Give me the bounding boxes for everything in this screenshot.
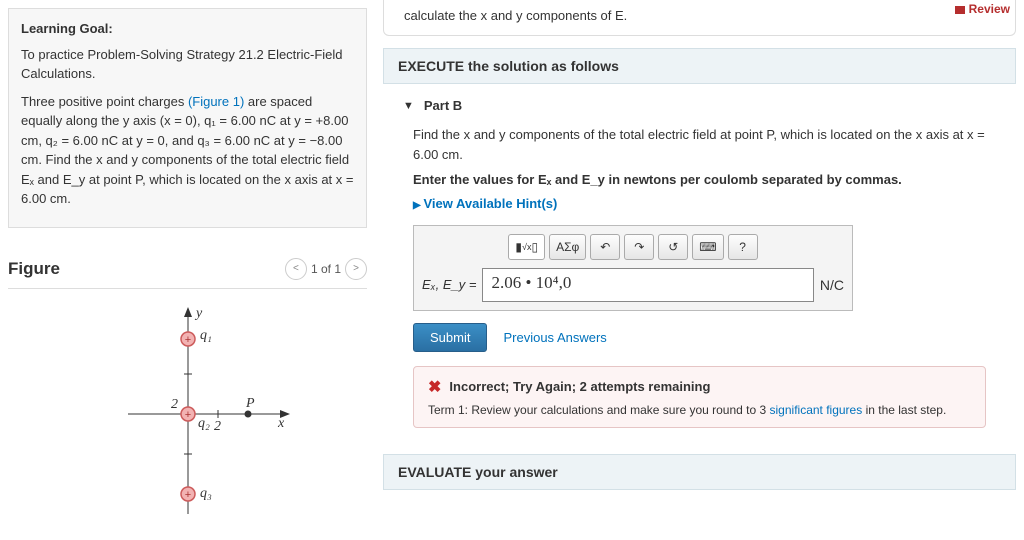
answer-lhs: Eₓ, E_y = bbox=[422, 277, 476, 292]
reset-button[interactable]: ↺ bbox=[658, 234, 688, 260]
learning-goal-box: Learning Goal: To practice Problem-Solvi… bbox=[8, 8, 367, 228]
sig-figures-link[interactable]: significant figures bbox=[770, 403, 863, 417]
help-button[interactable]: ? bbox=[728, 234, 758, 260]
part-b-header[interactable]: ▼ Part B bbox=[383, 84, 1016, 119]
part-b-instruction: Enter the values for Eₓ and E_y in newto… bbox=[413, 170, 986, 190]
figure-prev-button[interactable]: < bbox=[285, 258, 307, 280]
part-b-prompt: Find the x and y components of the total… bbox=[413, 125, 986, 164]
svg-text:+: + bbox=[184, 409, 190, 421]
svg-text:x: x bbox=[277, 416, 285, 431]
learning-goal-text: To practice Problem-Solving Strategy 21.… bbox=[21, 45, 354, 84]
incorrect-icon: ✖ bbox=[428, 377, 441, 397]
figure-link[interactable]: (Figure 1) bbox=[188, 94, 244, 109]
symbols-button[interactable]: ΑΣφ bbox=[549, 234, 586, 260]
svg-text:y: y bbox=[194, 306, 203, 321]
answer-input[interactable]: 2.06 • 10⁴,0 bbox=[482, 268, 813, 302]
evaluate-header: EVALUATE your answer bbox=[383, 454, 1016, 490]
review-link[interactable]: Review bbox=[955, 2, 1010, 16]
redo-button[interactable]: ↷ bbox=[624, 234, 654, 260]
template-toggle-button[interactable]: ▮√x▯ bbox=[508, 234, 545, 260]
figure-next-button[interactable]: > bbox=[345, 258, 367, 280]
execute-header: EXECUTE the solution as follows bbox=[383, 48, 1016, 84]
feedback-title: Incorrect; Try Again; 2 attempts remaini… bbox=[449, 379, 710, 394]
caret-down-icon: ▼ bbox=[403, 100, 414, 112]
submit-button[interactable]: Submit bbox=[413, 323, 487, 352]
svg-text:q₁: q₁ bbox=[200, 328, 212, 343]
figure-diagram: + + + y x q₁ q₂ q₃ P 2 2 bbox=[8, 289, 367, 532]
feedback-message: Term 1: Review your calculations and mak… bbox=[428, 403, 971, 417]
previous-answers-link[interactable]: Previous Answers bbox=[503, 330, 606, 345]
svg-text:q₃: q₃ bbox=[200, 486, 212, 501]
figure-page-indicator: 1 of 1 bbox=[311, 262, 341, 276]
learning-goal-title: Learning Goal: bbox=[21, 19, 354, 39]
figure-pager: < 1 of 1 > bbox=[285, 258, 367, 280]
svg-text:2: 2 bbox=[214, 419, 221, 434]
calculate-bar: calculate the x and y components of E. bbox=[383, 0, 1016, 36]
problem-statement: Three positive point charges (Figure 1) … bbox=[21, 92, 354, 209]
feedback-box: ✖ Incorrect; Try Again; 2 attempts remai… bbox=[413, 366, 986, 428]
keyboard-button[interactable]: ⌨ bbox=[692, 234, 723, 260]
answer-box: ▮√x▯ ΑΣφ ↶ ↷ ↺ ⌨ ? Eₓ, E_y = 2.06 • 10⁴,… bbox=[413, 225, 853, 311]
svg-text:P: P bbox=[245, 396, 255, 411]
part-b-title: Part B bbox=[424, 98, 462, 113]
undo-button[interactable]: ↶ bbox=[590, 234, 620, 260]
figure-heading: Figure bbox=[8, 259, 60, 279]
view-hints-link[interactable]: View Available Hint(s) bbox=[413, 196, 986, 211]
svg-text:+: + bbox=[184, 334, 190, 346]
svg-text:2: 2 bbox=[171, 397, 178, 412]
svg-text:+: + bbox=[184, 489, 190, 501]
answer-unit: N/C bbox=[820, 277, 844, 293]
svg-text:q₂: q₂ bbox=[198, 416, 210, 431]
